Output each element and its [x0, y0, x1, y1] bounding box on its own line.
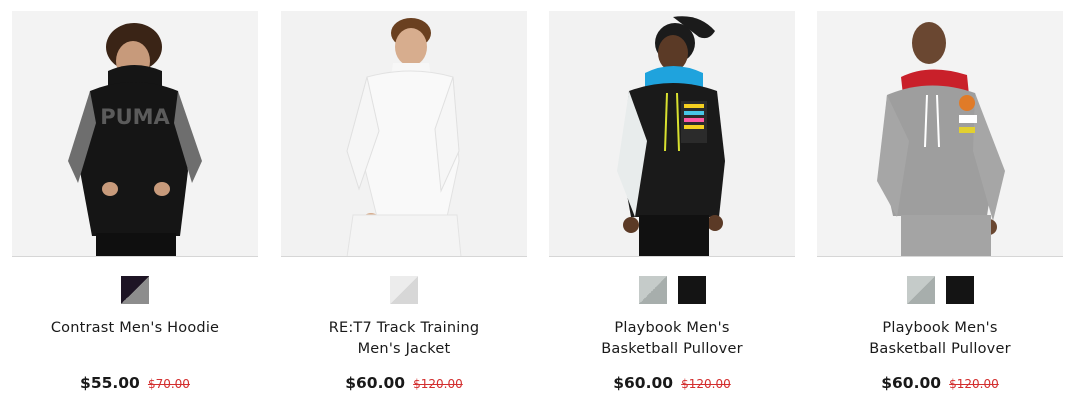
product-card[interactable]: Playbook Men's Basketball Pullover $60.0…: [549, 11, 795, 406]
color-swatches: [281, 276, 527, 304]
color-swatch-black[interactable]: [945, 276, 974, 304]
product-image[interactable]: [281, 11, 527, 257]
color-swatch-grey[interactable]: [638, 276, 667, 304]
product-card[interactable]: PUMA Contrast Men's Hoodie $55.00 $70.00: [12, 11, 258, 406]
original-price: $70.00: [147, 377, 190, 391]
color-swatch-black[interactable]: [677, 276, 706, 304]
color-swatches: [549, 276, 795, 304]
original-price: $120.00: [949, 377, 999, 391]
product-name[interactable]: Contrast Men's Hoodie: [12, 318, 258, 339]
original-price: $120.00: [681, 377, 731, 391]
product-name[interactable]: Playbook Men's Basketball Pullover: [549, 318, 795, 360]
product-grid: PUMA Contrast Men's Hoodie $55.00 $70.00: [0, 0, 1080, 410]
sale-price: $55.00: [80, 374, 140, 392]
model-grey-pullover-image: [817, 11, 1063, 256]
sale-price: $60.00: [345, 374, 406, 392]
sale-price: $60.00: [881, 374, 942, 392]
product-image[interactable]: PUMA: [12, 11, 258, 257]
price-row: $60.00 $120.00: [817, 373, 1063, 392]
product-card[interactable]: Playbook Men's Basketball Pullover $60.0…: [817, 11, 1063, 406]
sale-price: $60.00: [613, 374, 674, 392]
color-swatches: [817, 276, 1063, 304]
color-swatch-black-grey[interactable]: [121, 276, 149, 304]
color-swatch-white[interactable]: [390, 276, 418, 304]
product-name[interactable]: Playbook Men's Basketball Pullover: [817, 318, 1063, 360]
product-image[interactable]: [817, 11, 1063, 257]
product-card[interactable]: RE:T7 Track Training Men's Jacket $60.00…: [281, 11, 527, 406]
model-black-hoodie-image: PUMA: [12, 11, 258, 256]
model-white-jacket-image: [281, 11, 527, 256]
model-black-pullover-image: [549, 11, 795, 256]
color-swatches: [12, 276, 258, 304]
price-row: $60.00 $120.00: [281, 373, 527, 392]
price-row: $60.00 $120.00: [549, 373, 795, 392]
original-price: $120.00: [413, 377, 463, 391]
color-swatch-grey[interactable]: [906, 276, 935, 304]
svg-text:PUMA: PUMA: [100, 105, 170, 129]
price-row: $55.00 $70.00: [12, 373, 258, 392]
product-image[interactable]: [549, 11, 795, 257]
product-name[interactable]: RE:T7 Track Training Men's Jacket: [281, 318, 527, 360]
